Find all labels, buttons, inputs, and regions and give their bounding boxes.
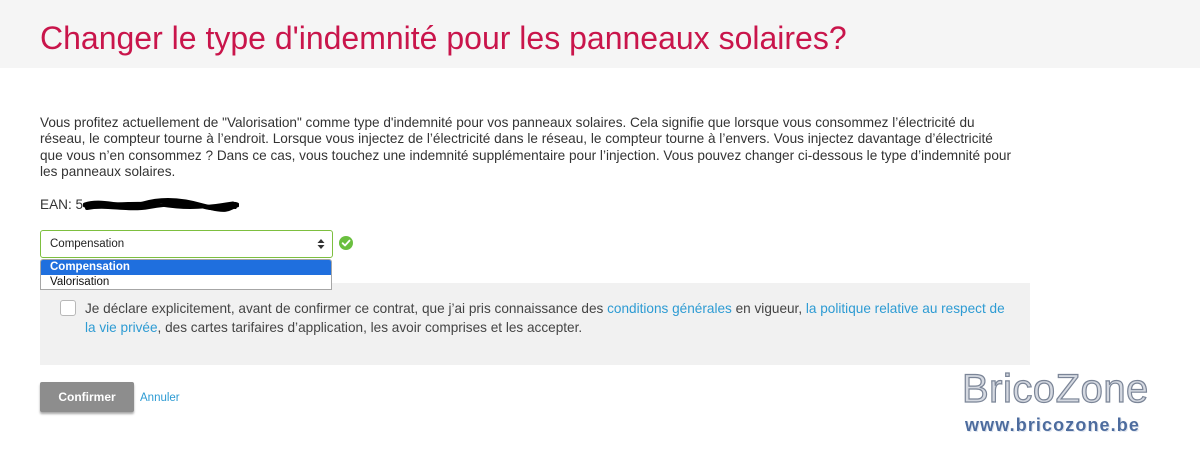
consent-text-before: Je déclare explicitement, avant de confi… [85, 301, 608, 316]
cancel-link[interactable]: Annuler [140, 391, 180, 405]
check-circle-icon [339, 236, 353, 250]
watermark-site: www.bricozone.be [965, 415, 1140, 435]
select-option-valorisation[interactable]: Valorisation [41, 275, 331, 290]
consent-panel: Je déclare explicitement, avant de confi… [40, 283, 1030, 365]
confirm-button[interactable]: Confirmer [40, 382, 134, 412]
page-title: Changer le type d'indemnité pour les pan… [40, 20, 847, 56]
intro-line: Vous profitez actuellement de "Valorisat… [40, 115, 975, 130]
intro-line: les panneaux solaires. [40, 164, 176, 180]
consent-text: Je déclare explicitement, avant de confi… [85, 299, 1013, 337]
consent-text-middle: en vigueur, [731, 301, 806, 316]
ean-label: EAN: [40, 197, 72, 212]
redaction-scribble [83, 197, 239, 212]
intro-line: que vous n’en consommez ? Dans ce cas, v… [40, 147, 1012, 163]
select-options-list[interactable]: Compensation Valorisation [40, 259, 332, 290]
consent-text-after: , des cartes tarifaires d’application, l… [157, 320, 583, 335]
terms-link[interactable]: conditions générales [607, 301, 732, 316]
consent-checkbox[interactable] [60, 300, 76, 316]
intro-paragraph: Vous profitez actuellement de "Valorisat… [40, 115, 1011, 181]
select-option-compensation[interactable]: Compensation [41, 260, 331, 275]
header-band: Changer le type d'indemnité pour les pan… [0, 0, 1200, 68]
updown-arrows-icon[interactable] [317, 238, 325, 250]
watermark-brand: BricoZone [961, 367, 1149, 411]
select-value: Compensation [50, 238, 125, 250]
ean-row: EAN: 5 [40, 197, 83, 213]
intro-line: réseau, le compteur tourne à l’endroit. … [40, 131, 993, 147]
compensation-select[interactable]: Compensation [40, 230, 333, 258]
ean-value: 5 [75, 197, 84, 212]
